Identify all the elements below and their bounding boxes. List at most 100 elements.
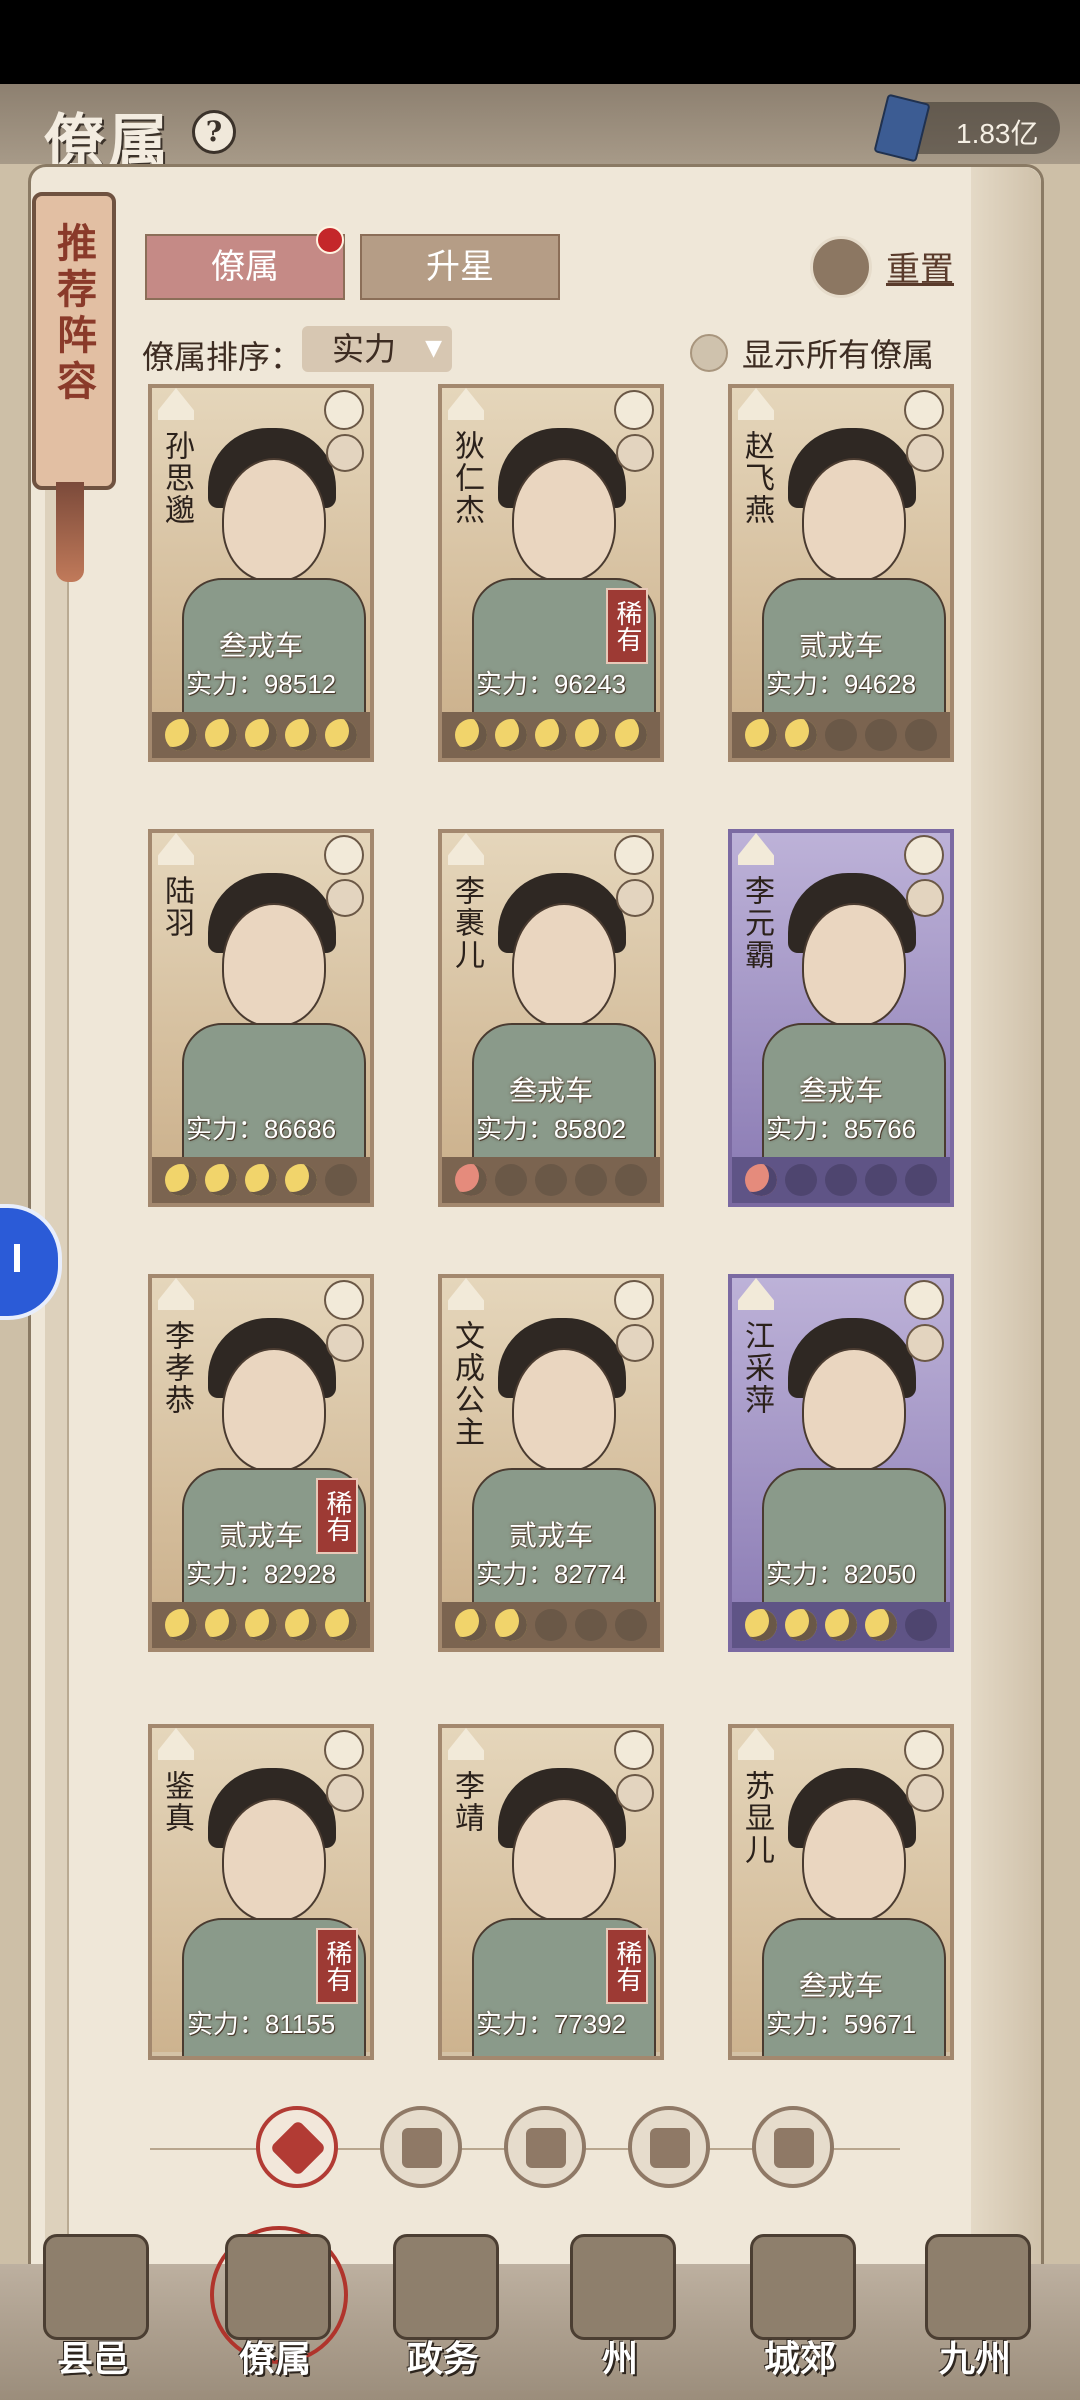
retainer-name: 李裹儿 <box>449 875 484 971</box>
companion-avatar-icon <box>906 879 944 917</box>
reset-button[interactable]: 重置 <box>810 234 1000 298</box>
book-currency-icon <box>873 93 931 163</box>
sort-value: 实力 <box>332 330 397 368</box>
skill-icon <box>904 1730 944 1770</box>
power-value: 实力：77392 <box>475 2009 627 2039</box>
nav-label: 政务 <box>406 2338 479 2380</box>
retainer-card[interactable]: 鉴真 稀有 实力：81155 <box>148 1724 374 2060</box>
recommend-lineup-label: 推荐阵容 <box>50 222 97 406</box>
star-rating <box>152 1602 370 1648</box>
skill-icon <box>904 1280 944 1320</box>
face-shape <box>512 1348 616 1472</box>
chevron-down-icon: ▼ <box>425 336 442 361</box>
retainer-card[interactable]: 苏显儿 叁戎车 实力：59671 <box>728 1724 954 2060</box>
companion-avatar-icon <box>616 1324 654 1362</box>
retainer-card[interactable]: 陆羽 实力：86686 <box>148 829 374 1207</box>
top-beam: 僚属 ? 1.83亿 <box>0 84 1080 178</box>
star-rating <box>442 712 660 758</box>
skill-icon <box>614 390 654 430</box>
power-value: 实力：96243 <box>475 669 627 699</box>
face-shape <box>802 1798 906 1922</box>
show-all-label: 显示所有僚属 <box>742 336 935 374</box>
notification-dot <box>316 226 344 254</box>
nav-item-4[interactable]: 城郊 <box>725 2234 875 2394</box>
nav-item-5[interactable]: 九州 <box>900 2234 1050 2394</box>
moon-star-icon <box>245 1164 277 1196</box>
tab-star-up[interactable]: 升星 <box>360 234 560 300</box>
craft-filter-button[interactable] <box>752 2106 834 2188</box>
companion-avatar-icon <box>906 1324 944 1362</box>
nav-building-icon <box>43 2234 149 2340</box>
sort-dropdown[interactable]: 实力 ▼ <box>302 326 452 372</box>
all-filter-icon <box>269 2119 327 2177</box>
moon-star-icon <box>745 1164 777 1196</box>
moon-star-icon <box>205 1609 237 1641</box>
moon-star-icon <box>285 1164 317 1196</box>
retainer-name: 陆羽 <box>159 875 194 939</box>
retainer-card[interactable]: 李裹儿叁戎车实力：85802 <box>438 829 664 1207</box>
rank-label: 叁戎车 <box>508 1074 593 1107</box>
currency-display[interactable]: 1.83亿 <box>873 93 1060 163</box>
rank-label: 贰戎车 <box>218 1519 303 1552</box>
retainer-name: 狄仁杰 <box>449 430 484 526</box>
currency-value: 1.83亿 <box>956 118 1039 149</box>
moon-star-icon <box>575 1609 607 1641</box>
nav-item-3[interactable]: 州 <box>545 2234 695 2394</box>
moon-star-icon <box>825 1164 857 1196</box>
retainer-name: 文成公主 <box>449 1320 484 1448</box>
skill-icon <box>614 1280 654 1320</box>
nav-item-2[interactable]: 政务 <box>368 2234 518 2394</box>
rank-label: 叁戎车 <box>798 1074 883 1107</box>
moon-star-icon <box>785 1164 817 1196</box>
power-value: 实力：98512 <box>185 669 337 699</box>
power-value: 实力：82050 <box>765 1559 917 1589</box>
retainer-name: 李靖 <box>449 1770 484 1834</box>
companion-avatar-icon <box>616 1774 654 1812</box>
retainer-card[interactable]: 孙思邈 叁戎车 实力：98512 <box>148 384 374 762</box>
nav-building-icon <box>925 2234 1031 2340</box>
moon-star-icon <box>575 719 607 751</box>
moon-star-icon <box>615 719 647 751</box>
retainer-card[interactable]: 李元霸 叁戎车 实力：85766 <box>728 829 954 1207</box>
rare-badge: 稀有 <box>606 588 648 664</box>
nav-item-0[interactable]: 县邑 <box>18 2234 168 2394</box>
moon-star-icon <box>165 719 197 751</box>
star-rating <box>152 712 370 758</box>
moon-star-icon <box>535 1164 567 1196</box>
power-value: 实力：94628 <box>765 669 917 699</box>
companion-avatar-icon <box>326 879 364 917</box>
all-filter-button[interactable] <box>256 2106 338 2188</box>
power-value: 实力：82928 <box>185 1559 337 1589</box>
nav-building-icon <box>225 2234 331 2340</box>
moon-star-icon <box>325 1164 357 1196</box>
show-all-toggle[interactable]: 显示所有僚属 <box>690 328 970 376</box>
tab-retainers[interactable]: 僚属 <box>145 234 345 300</box>
companion-avatar-icon <box>616 879 654 917</box>
moon-star-icon <box>455 719 487 751</box>
power-value: 实力：85802 <box>475 1114 627 1144</box>
scroll-filter-button[interactable] <box>504 2106 586 2188</box>
face-shape <box>222 1348 326 1472</box>
nav-item-1[interactable]: 僚属 <box>200 2226 350 2394</box>
retainer-card[interactable]: 李孝恭 稀有 贰戎车 实力：82928 <box>148 1274 374 1652</box>
moon-star-icon <box>205 1164 237 1196</box>
moon-star-icon <box>285 1609 317 1641</box>
moon-star-icon <box>785 1609 817 1641</box>
helmet-filter-button[interactable] <box>380 2106 462 2188</box>
retainer-card[interactable]: 狄仁杰稀有实力：96243 <box>438 384 664 762</box>
nav-label: 九州 <box>938 2338 1011 2380</box>
skill-icon <box>904 835 944 875</box>
retainer-card[interactable]: 文成公主 贰戎车 实力：82774 <box>438 1274 664 1652</box>
moon-star-icon <box>825 719 857 751</box>
fan-filter-button[interactable] <box>628 2106 710 2188</box>
retainer-card[interactable]: 赵飞燕 贰戎车 实力：94628 <box>728 384 954 762</box>
moon-star-icon <box>495 1164 527 1196</box>
retainer-card[interactable]: 江采萍 实力：82050 <box>728 1274 954 1652</box>
help-icon[interactable]: ? <box>192 110 236 154</box>
retainer-name: 苏显儿 <box>739 1770 774 1866</box>
recommend-lineup-button[interactable]: 推荐阵容 <box>32 192 116 490</box>
retainer-card[interactable]: 李靖 稀有 实力：77392 <box>438 1724 664 2060</box>
moon-star-icon <box>165 1164 197 1196</box>
nav-building-icon <box>570 2234 676 2340</box>
fan-filter-icon <box>650 2128 690 2168</box>
